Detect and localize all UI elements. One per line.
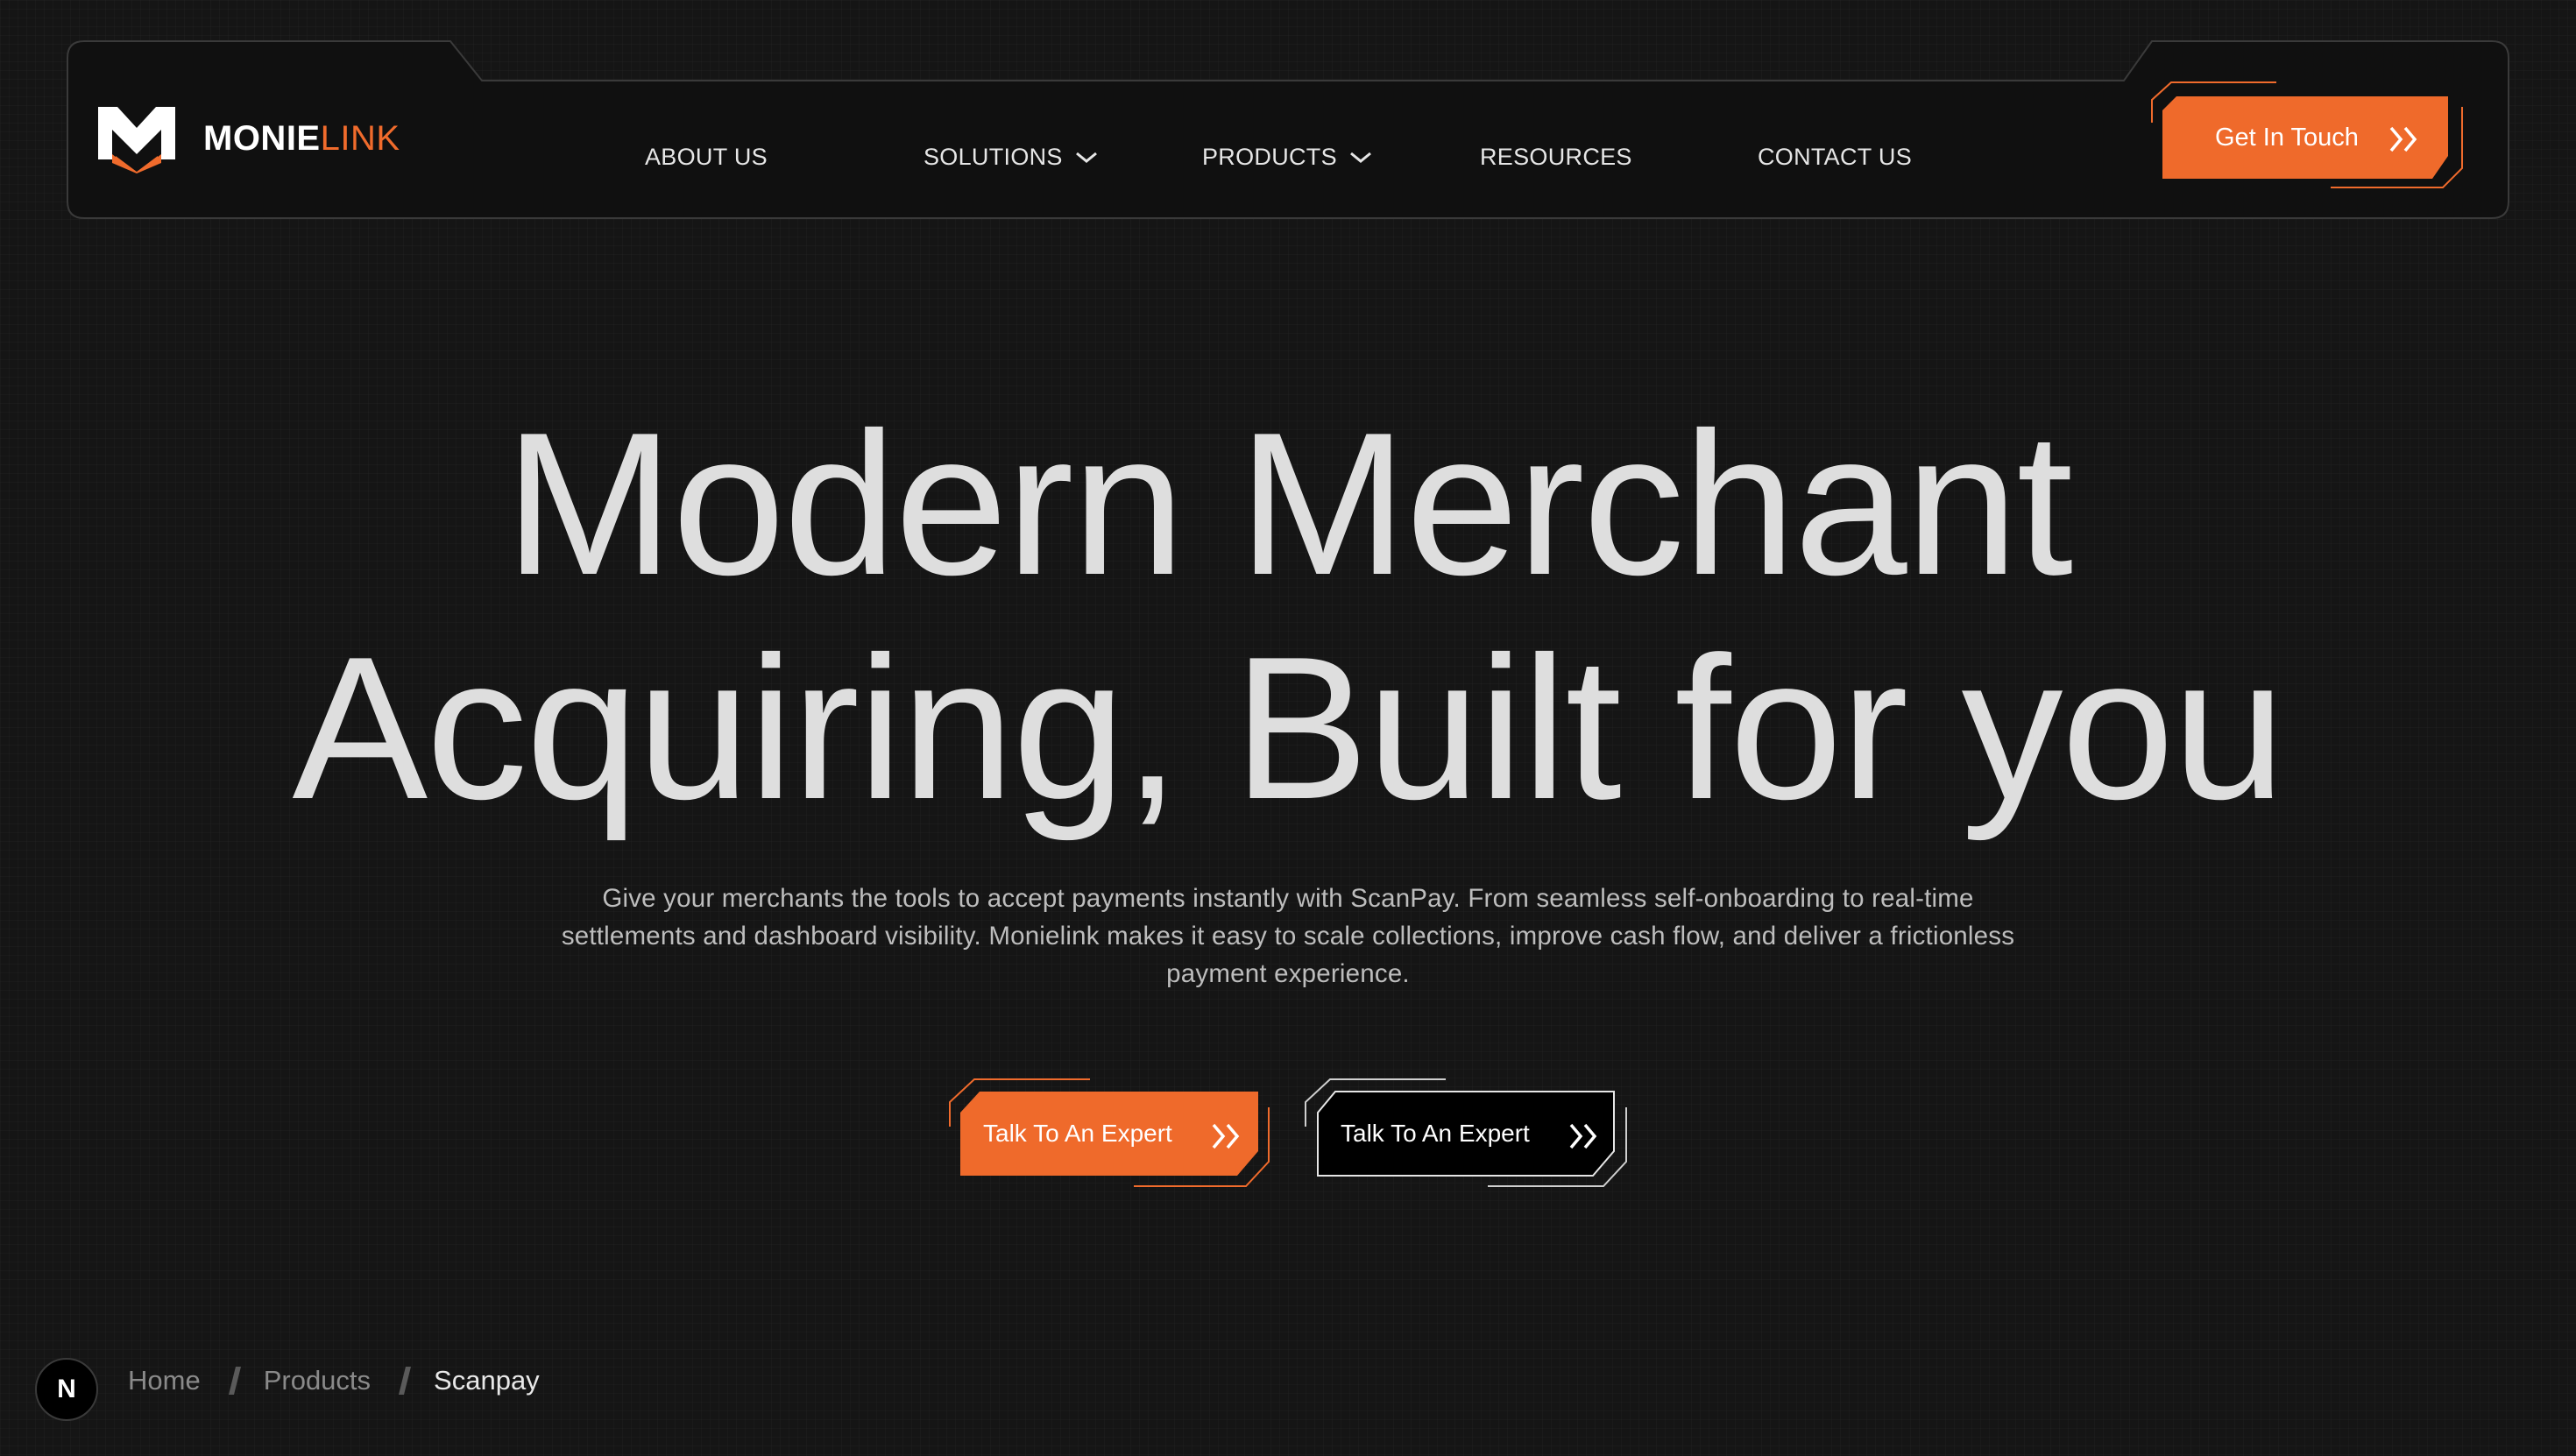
navbar-frame (67, 40, 2509, 219)
brand-logo[interactable]: MONIELINK (96, 103, 400, 173)
brand-name-accent: LINK (320, 118, 400, 158)
breadcrumb-current-scanpay: Scanpay (434, 1365, 540, 1396)
chevron-down-icon (1075, 152, 1097, 163)
get-in-touch-label: Get In Touch (2215, 123, 2359, 152)
nav-contact-us-label: CONTACT US (1758, 144, 1913, 170)
nav-contact-us[interactable]: CONTACT US (1758, 144, 1912, 171)
double-chevron-right-icon (1569, 1123, 1597, 1149)
monielink-logo-icon (98, 107, 175, 173)
secondary-cta-label: Talk To An Expert (1341, 1120, 1530, 1147)
nav-products-label: PRODUCTS (1202, 144, 1337, 170)
talk-to-expert-primary-button[interactable]: Talk To An Expert (948, 1078, 1270, 1190)
primary-cta-label: Talk To An Expert (983, 1120, 1172, 1147)
hero-subtitle: Give your merchants the tools to accept … (561, 884, 2015, 988)
hero-title-line2: Acquiring, Built for you (292, 615, 2285, 842)
breadcrumb-home[interactable]: Home (128, 1365, 201, 1396)
brand-name-primary: MONIE (203, 118, 321, 158)
talk-to-expert-secondary-button[interactable]: Talk To An Expert (1304, 1078, 1628, 1190)
nav-products[interactable]: PRODUCTS (1202, 144, 1372, 171)
hero-title: Modern Merchant Acquiring, Built for you (0, 392, 2576, 841)
chevron-down-icon (1349, 152, 1371, 163)
nav-resources-label: RESOURCES (1480, 144, 1632, 170)
double-chevron-right-icon (2389, 126, 2417, 152)
breadcrumb: Home Products Scanpay (128, 1361, 540, 1400)
nav-resources[interactable]: RESOURCES (1480, 144, 1632, 171)
get-in-touch-button[interactable]: Get In Touch (2150, 81, 2464, 194)
breadcrumb-separator-icon (228, 1367, 241, 1395)
nav-about-us[interactable]: ABOUT US (645, 144, 768, 171)
nav-about-us-label: ABOUT US (645, 144, 768, 170)
brand-name: MONIELINK (203, 119, 400, 159)
breadcrumb-separator-icon (399, 1367, 412, 1395)
n-badge-letter: N (57, 1375, 76, 1403)
nav-solutions[interactable]: SOLUTIONS (924, 144, 1098, 171)
nav-solutions-label: SOLUTIONS (924, 144, 1063, 170)
n-badge-icon[interactable]: N (35, 1358, 98, 1421)
double-chevron-right-icon (1212, 1123, 1240, 1149)
navbar: MONIELINK ABOUT US SOLUTIONS PRODUCTS RE… (67, 40, 2509, 219)
breadcrumb-products[interactable]: Products (264, 1365, 371, 1396)
hero-title-line1: Modern Merchant (504, 391, 2073, 618)
